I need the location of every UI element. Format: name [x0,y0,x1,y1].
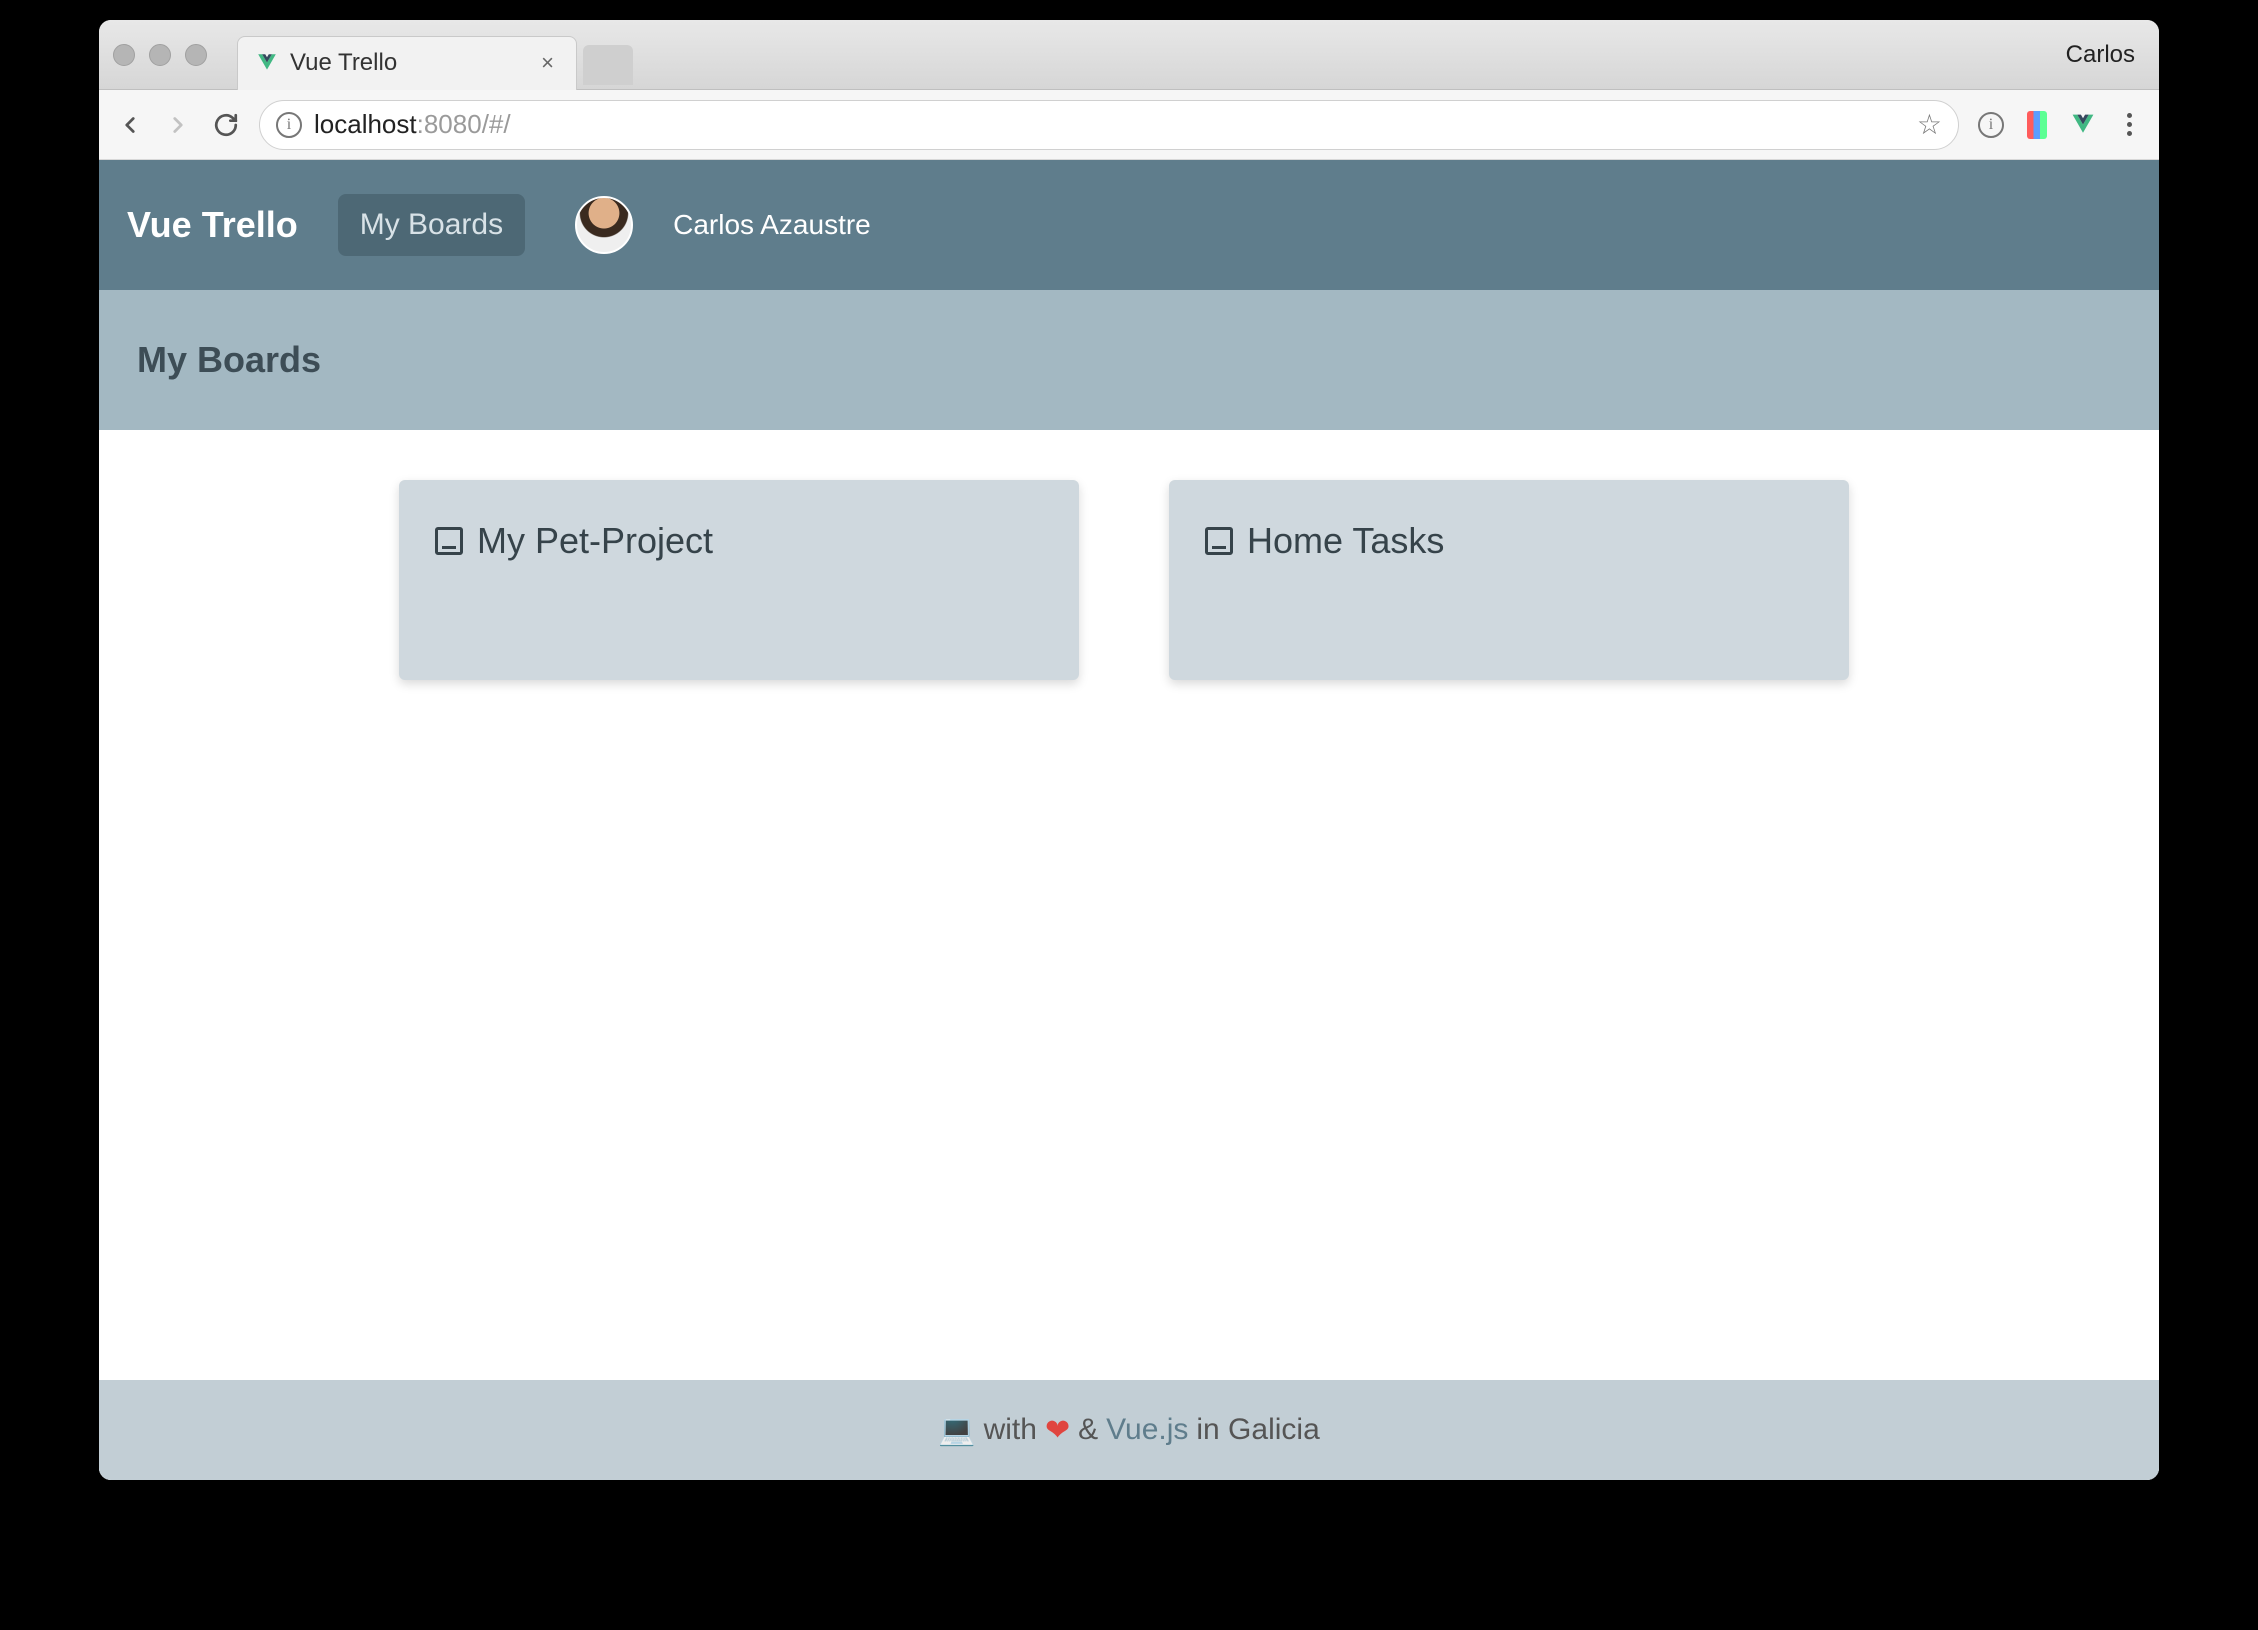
user-name: Carlos Azaustre [673,209,871,241]
traffic-lights [113,44,207,66]
app-root: Vue Trello My Boards Carlos Azaustre My … [99,160,2159,1480]
browser-tab[interactable]: Vue Trello × [237,36,577,90]
extension-info-icon[interactable]: i [1977,111,2005,139]
clipboard-icon [435,527,463,555]
url-rest: :8080/#/ [417,109,511,139]
address-bar[interactable]: i localhost:8080/#/ ☆ [259,100,1959,150]
titlebar: Vue Trello × Carlos [99,20,2159,90]
close-window-button[interactable] [113,44,135,66]
clipboard-icon [1205,527,1233,555]
tab-title: Vue Trello [290,49,525,77]
app-brand[interactable]: Vue Trello [127,204,298,246]
board-name: My Pet-Project [477,520,713,562]
forward-button[interactable] [163,110,193,140]
heart-icon: ❤ [1045,1413,1070,1448]
minimize-window-button[interactable] [149,44,171,66]
page-title: My Boards [137,339,321,381]
maximize-window-button[interactable] [185,44,207,66]
app-footer: 💻 with ❤ & Vue.js in Galicia [99,1380,2159,1480]
footer-with: with [984,1413,1037,1447]
laptop-icon: 💻 [938,1413,975,1448]
vue-link[interactable]: Vue.js [1106,1413,1188,1447]
bookmark-star-icon[interactable]: ☆ [1917,108,1942,141]
browser-window: Vue Trello × Carlos i localhost:8080/#/ … [99,20,2159,1480]
footer-amp: & [1078,1413,1098,1447]
tab-close-button[interactable]: × [537,50,558,76]
chrome-menu-button[interactable] [2115,113,2143,136]
board-card-title: Home Tasks [1205,520,1813,562]
extension-colorbar-icon[interactable] [2023,111,2051,139]
subheader: My Boards [99,290,2159,430]
url-text: localhost:8080/#/ [314,109,511,140]
back-button[interactable] [115,110,145,140]
url-host: localhost [314,109,417,139]
new-tab-button[interactable] [583,45,633,85]
board-card[interactable]: My Pet-Project [399,480,1079,680]
chrome-profile-label[interactable]: Carlos [2066,41,2145,69]
reload-button[interactable] [211,110,241,140]
site-info-icon[interactable]: i [276,112,302,138]
board-name: Home Tasks [1247,520,1444,562]
boards-area: My Pet-Project Home Tasks [99,430,2159,1380]
vue-devtools-icon[interactable] [2069,111,2097,139]
nav-my-boards-button[interactable]: My Boards [338,194,525,256]
app-header: Vue Trello My Boards Carlos Azaustre [99,160,2159,290]
avatar[interactable] [575,196,633,254]
board-card-title: My Pet-Project [435,520,1043,562]
footer-location: in Galicia [1196,1413,1319,1447]
board-card[interactable]: Home Tasks [1169,480,1849,680]
vue-favicon-icon [256,52,278,74]
browser-toolbar: i localhost:8080/#/ ☆ i [99,90,2159,160]
